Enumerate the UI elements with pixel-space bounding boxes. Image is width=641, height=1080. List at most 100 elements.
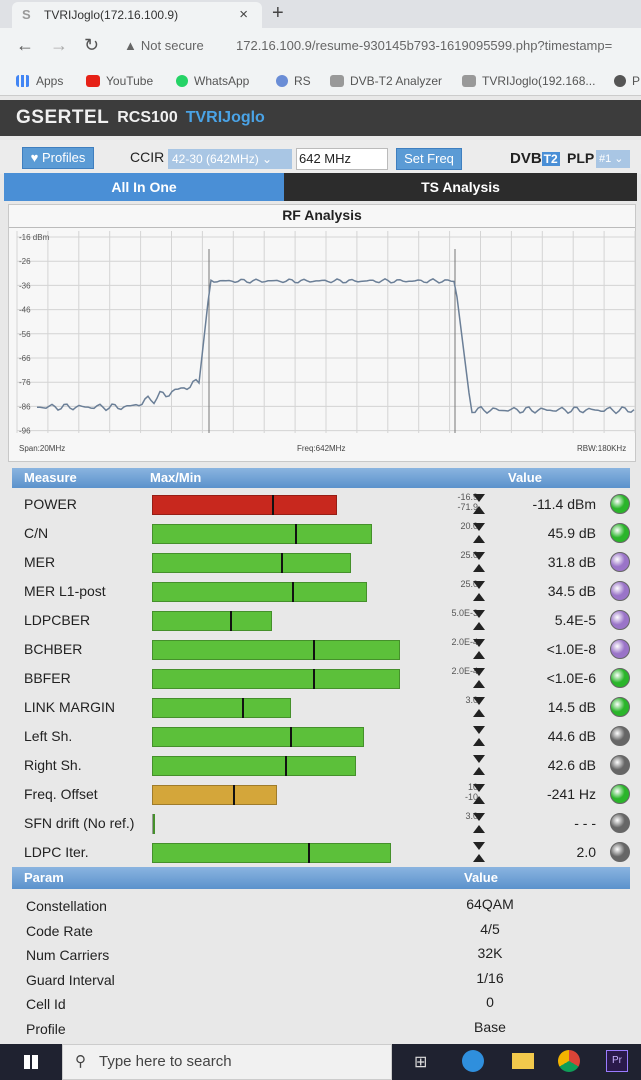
spectrum-trace xyxy=(36,278,635,415)
premiere-icon[interactable]: Pr xyxy=(606,1050,628,1072)
status-led-icon xyxy=(610,494,630,514)
rs-icon xyxy=(276,75,288,87)
bookmark-rs[interactable]: RS xyxy=(276,74,311,88)
status-led-icon xyxy=(610,639,630,659)
y-tick-label: -86 xyxy=(19,402,31,411)
measure-bar-fill xyxy=(152,582,367,602)
max-min-arrows-icon[interactable] xyxy=(472,841,486,868)
taskbar-search-input[interactable]: ⚲ Type here to search xyxy=(62,1044,392,1080)
y-tick-label: -96 xyxy=(19,427,31,436)
measure-bar xyxy=(152,785,424,805)
param-value-col-header: Value xyxy=(464,870,498,885)
max-min-arrows-icon[interactable] xyxy=(472,551,486,578)
measure-row: LDPC Iter. 2.0 xyxy=(12,838,630,867)
frequency-input[interactable]: 642 MHz xyxy=(296,148,388,170)
measure-name: POWER xyxy=(24,496,77,512)
windows-taskbar: ⚲ Type here to search ⊞ Pr xyxy=(0,1044,641,1080)
browser-tab[interactable]: S TVRIJoglo(172.16.100.9) × xyxy=(12,2,262,28)
measure-bar-fill xyxy=(152,640,400,660)
windows-start-icon[interactable] xyxy=(24,1055,38,1069)
max-min-arrows-icon[interactable] xyxy=(472,609,486,636)
max-min-arrows-icon[interactable] xyxy=(472,580,486,607)
bookmark-youtube[interactable]: YouTube xyxy=(86,74,153,88)
max-min-arrows-icon[interactable] xyxy=(472,696,486,723)
bookmark-dvb-analyzer[interactable]: DVB-T2 Analyzer xyxy=(330,74,442,88)
rbw-label: RBW:180KHz xyxy=(577,444,626,453)
tab-ts-analysis[interactable]: TS Analysis xyxy=(284,173,637,201)
measure-name: MER xyxy=(24,554,56,570)
set-freq-button[interactable]: Set Freq xyxy=(396,148,462,170)
new-tab-button[interactable]: + xyxy=(272,2,284,25)
param-value: 4/5 xyxy=(480,920,500,937)
max-min-arrows-icon[interactable] xyxy=(472,522,486,549)
max-min-arrows-icon[interactable] xyxy=(472,493,486,520)
max-min-arrows-icon[interactable] xyxy=(472,638,486,665)
status-led-icon xyxy=(610,552,630,572)
measure-name: LINK MARGIN xyxy=(24,699,116,715)
address-bar: ← → ↻ ▲ Not secure 172.16.100.9/resume-93… xyxy=(0,28,641,66)
status-led-icon xyxy=(610,610,630,630)
measure-bar xyxy=(152,727,424,747)
measure-row: LINK MARGIN 3.0 14.5 dB xyxy=(12,693,630,722)
measure-value: 42.6 dB xyxy=(547,757,596,773)
max-min-arrows-icon[interactable] xyxy=(472,667,486,694)
measure-bar xyxy=(152,814,424,834)
measure-row: SFN drift (No ref.) 3.0- - - xyxy=(12,809,630,838)
channel-select[interactable]: 42-30 (642MHz) ⌄ xyxy=(168,149,292,169)
measure-bar-fill xyxy=(153,814,155,834)
measure-bar-fill xyxy=(152,698,291,718)
task-view-icon[interactable]: ⊞ xyxy=(414,1052,427,1072)
forward-arrow-icon[interactable]: → xyxy=(50,35,68,56)
search-icon: ⚲ xyxy=(75,1053,86,1070)
measure-value: -11.4 dBm xyxy=(532,496,596,512)
max-min-arrows-icon[interactable] xyxy=(472,754,486,781)
measure-value: 45.9 dB xyxy=(547,525,596,541)
chrome-icon[interactable] xyxy=(558,1050,580,1072)
plp-label: PLP xyxy=(567,150,595,166)
whatsapp-icon xyxy=(176,75,188,87)
security-indicator[interactable]: ▲ Not secure xyxy=(124,38,204,53)
measure-bar xyxy=(152,495,424,515)
reload-icon[interactable]: ↻ xyxy=(84,35,99,56)
view-tabs: All In One TS Analysis xyxy=(0,173,641,201)
measure-marker xyxy=(313,669,315,689)
measure-row: LDPCBER 5.0E-3 5.4E-5 xyxy=(12,606,630,635)
bookmark-apps[interactable]: Apps xyxy=(16,74,63,88)
measure-marker xyxy=(295,524,297,544)
close-tab-icon[interactable]: × xyxy=(239,6,248,23)
y-tick-label: -66 xyxy=(19,354,31,363)
max-min-arrows-icon[interactable] xyxy=(472,812,486,839)
plp-select[interactable]: #1 ⌄ xyxy=(596,150,630,168)
y-tick-label: -36 xyxy=(19,281,31,290)
measure-marker xyxy=(233,785,235,805)
back-arrow-icon[interactable]: ← xyxy=(16,35,34,56)
profiles-button[interactable]: ♥ Profiles xyxy=(22,147,94,169)
y-tick-label: -16 dBm xyxy=(19,233,50,242)
url-field[interactable]: 172.16.100.9/resume-930145b793-161909559… xyxy=(236,38,641,53)
bookmark-tvrijoglo[interactable]: TVRIJoglo(192.168... xyxy=(462,74,595,88)
bookmark-more[interactable]: P xyxy=(614,74,640,88)
file-explorer-icon[interactable] xyxy=(512,1053,534,1069)
tab-all-in-one[interactable]: All In One xyxy=(4,173,284,201)
status-led-icon xyxy=(610,813,630,833)
status-led-icon xyxy=(610,668,630,688)
max-min-arrows-icon[interactable] xyxy=(472,725,486,752)
measure-header: Measure Max/Min Value xyxy=(12,468,630,488)
gsertel-icon xyxy=(330,75,344,87)
status-led-icon xyxy=(610,842,630,862)
span-label: Span:20MHz xyxy=(19,444,65,453)
measure-row: MER 25.0 31.8 dB xyxy=(12,548,630,577)
measure-value: 44.6 dB xyxy=(547,728,596,744)
measure-value: 2.0 xyxy=(576,844,596,860)
bookmark-whatsapp[interactable]: WhatsApp xyxy=(176,74,249,88)
youtube-icon xyxy=(86,75,100,87)
measure-value: 5.4E-5 xyxy=(554,612,596,628)
measure-name: C/N xyxy=(24,525,49,541)
max-min-arrows-icon[interactable] xyxy=(472,783,486,810)
spectrum-plot: -16 dBm -26 -36 -46 -56 -66 -76 -86 -96 Span:20M… xyxy=(16,231,636,453)
y-tick-label: -56 xyxy=(19,330,31,339)
measure-bar-fill xyxy=(152,785,277,805)
param-value: 0 xyxy=(486,994,494,1010)
status-led-icon xyxy=(610,784,630,804)
edge-icon[interactable] xyxy=(462,1050,484,1072)
